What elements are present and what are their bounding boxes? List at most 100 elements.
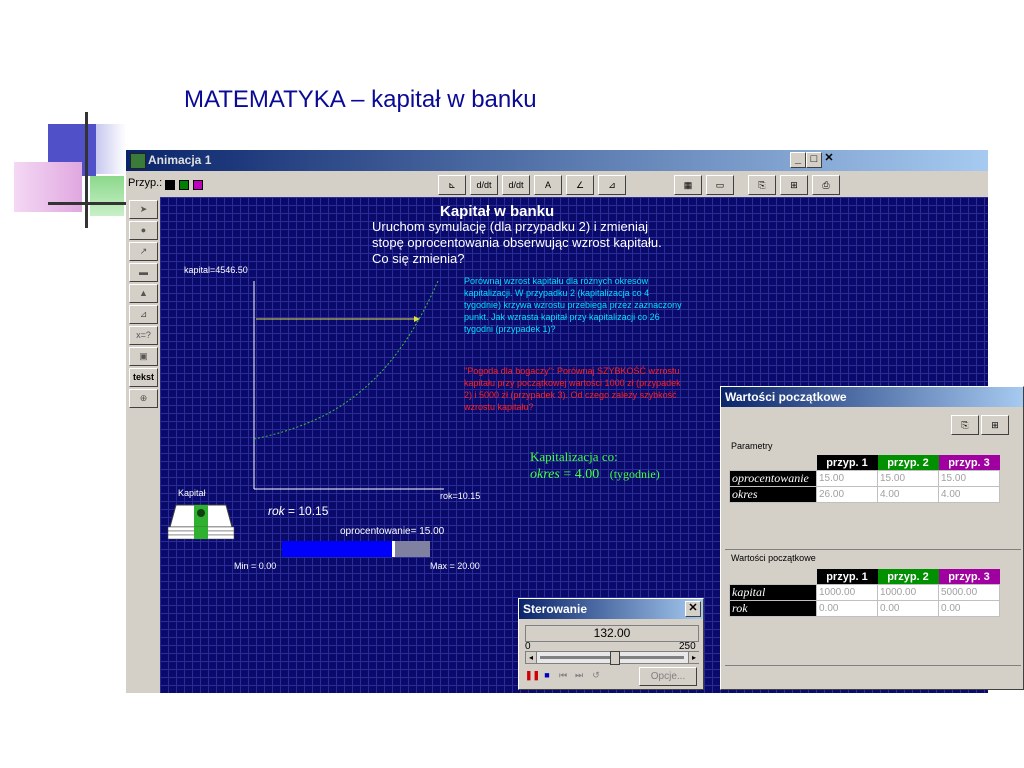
slider-label: oprocentowanie= 15.00 (340, 526, 445, 537)
param-value-oprocentowanie-1[interactable]: 15.00 (816, 470, 878, 487)
time-display: 132.00 (525, 625, 699, 642)
stop-button[interactable]: ■ (541, 669, 553, 682)
parametry-label: Parametry (731, 441, 773, 451)
sterowanie-dialog: Sterowanie ✕ 132.00 0 250 ◂ ▸ ❚❚ ■ ⏮ ⏭ ↺… (518, 598, 704, 690)
table-button[interactable]: ▦ (674, 175, 702, 195)
rewind-button[interactable]: ↺ (589, 669, 603, 682)
rok-readout: rok = 10.15 (268, 504, 328, 518)
okres-value: = 4.00 (559, 467, 600, 482)
initial-col-3: przyp. 3 (938, 569, 1000, 585)
vector-tool[interactable]: ↗ (129, 242, 158, 261)
interest-slider[interactable] (282, 541, 430, 557)
slider-tool[interactable]: ⊿ (129, 305, 158, 324)
param-name-okres: okres (729, 486, 817, 503)
canvas-heading: Kapitał w banku (440, 203, 555, 220)
params-col-2: przyp. 2 (877, 455, 939, 471)
initial-value-rok-1[interactable]: 0.00 (816, 600, 878, 617)
section-divider (725, 549, 1021, 550)
graph-derivative-button[interactable]: d/dt (470, 175, 498, 195)
param-value-okres-3[interactable]: 4.00 (938, 486, 1000, 503)
param-value-oprocentowanie-2[interactable]: 15.00 (877, 470, 939, 487)
param-value-okres-2[interactable]: 4.00 (877, 486, 939, 503)
bottom-divider (725, 665, 1021, 666)
kapitalizacja-label: Kapitalizacja co: (530, 449, 618, 464)
window-title: Animacja 1 (148, 153, 212, 167)
parameters-table: przyp. 1 przyp. 2 przyp. 3 oprocentowani… (729, 455, 1000, 503)
time-scrollbar[interactable]: ◂ ▸ (525, 651, 699, 665)
params-col-1: przyp. 1 (816, 455, 878, 471)
parameters-header-row: przyp. 1 przyp. 2 przyp. 3 (730, 455, 1000, 471)
przyp-label: Przyp.: (128, 177, 163, 189)
toolbar: Przyp.: ⊾ d/dt d/dt A ∠ ⊿ ▦ ▭ ⎘ ⊞ ⎙ (126, 171, 988, 197)
param-value-oprocentowanie-3[interactable]: 15.00 (938, 470, 1000, 487)
window-titlebar[interactable]: Animacja 1 _ □ ✕ (126, 150, 988, 171)
decoration-vertical-line (85, 112, 88, 228)
particle-tool[interactable]: ● (129, 221, 158, 240)
case-2-swatch[interactable] (179, 180, 189, 190)
copy-button[interactable]: ⎘ (748, 175, 776, 195)
marker-arrow (414, 316, 420, 322)
y-axis-label: kapital=4546.50 (184, 265, 248, 275)
tool-palette: ➤ ● ↗ ▬ ▲ ⊿ x=? ▣ tekst ⊕ (126, 197, 160, 693)
scroll-left-arrow[interactable]: ◂ (526, 652, 537, 663)
time-thumb[interactable] (610, 651, 620, 665)
print-button[interactable]: ⎙ (812, 175, 840, 195)
graph-vector-button[interactable]: ⊿ (598, 175, 626, 195)
initial-value-kapital-3[interactable]: 5000.00 (938, 584, 1000, 601)
okres-unit: (tygodnie) (609, 467, 660, 481)
opcje-button[interactable]: Opcje... (639, 667, 697, 686)
app-icon (130, 153, 146, 169)
maximize-button[interactable]: □ (806, 152, 822, 168)
copy-values-button[interactable]: ⎘ (951, 415, 979, 435)
case-1-swatch[interactable] (165, 180, 175, 190)
select-arrow-tool[interactable]: ➤ (129, 200, 158, 219)
initial-values-title: Wartości początkowe (725, 390, 847, 404)
equation-tool[interactable]: x=? (129, 326, 158, 345)
network-button[interactable]: ⊞ (780, 175, 808, 195)
minimize-button[interactable]: _ (790, 152, 806, 168)
sterowanie-close-button[interactable]: ✕ (685, 601, 701, 617)
rectangle-tool[interactable]: ▬ (129, 263, 158, 282)
graph-derivative2-button[interactable]: d/dt (502, 175, 530, 195)
slider-min: Min = 0.00 (234, 561, 277, 571)
initial-value-rok-3[interactable]: 0.00 (938, 600, 1000, 617)
pause-button[interactable]: ❚❚ (525, 669, 540, 682)
growth-curve (253, 280, 439, 440)
param-name-oprocentowanie: oprocentowanie (729, 470, 817, 487)
initial-value-kapital-2[interactable]: 1000.00 (877, 584, 939, 601)
initial-header-row: przyp. 1 przyp. 2 przyp. 3 (730, 569, 1000, 585)
initial-value-rok-2[interactable]: 0.00 (877, 600, 939, 617)
initial-row-kapital: kapital 1000.00 1000.00 5000.00 (729, 584, 1000, 601)
param-row-okres: okres 26.00 4.00 4.00 (729, 486, 1000, 503)
step-forward-button[interactable]: ⏭ (573, 669, 585, 682)
step-back-button[interactable]: ⏮ (557, 669, 569, 682)
graph-plot-button[interactable]: ∠ (566, 175, 594, 195)
initial-col-2: przyp. 2 (877, 569, 939, 585)
zoom-tool[interactable]: ⊕ (129, 389, 158, 408)
initial-name-kapital: kapital (729, 584, 817, 601)
param-value-okres-1[interactable]: 26.00 (816, 486, 878, 503)
sterowanie-title: Sterowanie (523, 602, 588, 616)
graph-xy-button[interactable]: ⊾ (438, 175, 466, 195)
initial-values-titlebar[interactable]: Wartości początkowe (721, 387, 1023, 407)
slider-max: Max = 20.00 (430, 561, 480, 571)
instruction-text: Uruchom symulację (dla przypadku 2) i zm… (372, 219, 662, 266)
close-button[interactable]: ✕ (822, 152, 836, 166)
initial-name-rok: rok (729, 600, 817, 617)
image-tool[interactable]: ▣ (129, 347, 158, 366)
sterowanie-titlebar[interactable]: Sterowanie ✕ (519, 599, 703, 619)
graph-area-button[interactable]: A (534, 175, 562, 195)
initial-row-rok: rok 0.00 0.00 0.00 (729, 600, 1000, 617)
interest-slider-fill (282, 541, 393, 557)
rok-variable: rok (268, 504, 285, 518)
initial-header-empty (730, 569, 817, 585)
shape-tool[interactable]: ▲ (129, 284, 158, 303)
case-3-swatch[interactable] (193, 180, 203, 190)
interest-slider-thumb[interactable] (392, 541, 395, 557)
image-button[interactable]: ▭ (706, 175, 734, 195)
initial-value-kapital-1[interactable]: 1000.00 (816, 584, 878, 601)
decoration-green-square (90, 176, 124, 216)
paste-values-button[interactable]: ⊞ (981, 415, 1009, 435)
scroll-right-arrow[interactable]: ▸ (688, 652, 699, 663)
text-tool-button[interactable]: tekst (129, 368, 158, 387)
